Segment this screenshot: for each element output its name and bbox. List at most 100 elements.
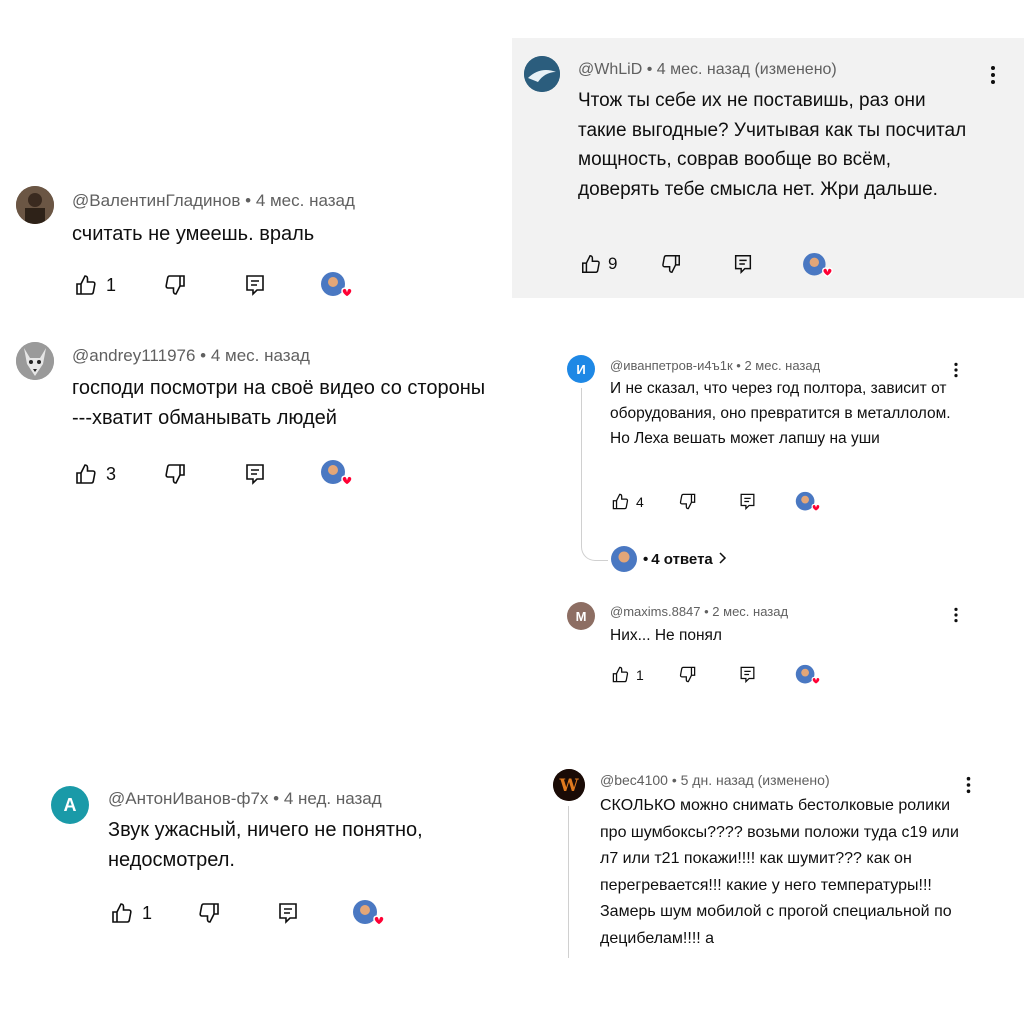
replies-count: 4 ответа xyxy=(651,550,713,568)
thumb-up-icon xyxy=(611,665,630,684)
comment-time: 2 мес. назад xyxy=(712,604,789,619)
comment-author[interactable]: @WhLiD xyxy=(578,61,642,78)
avatar[interactable]: W xyxy=(553,769,585,801)
dislike-button[interactable] xyxy=(660,253,682,275)
like-count: 3 xyxy=(106,463,117,484)
reply-button[interactable] xyxy=(243,273,267,297)
creator-heart-badge xyxy=(320,459,356,496)
reply-icon xyxy=(276,901,300,925)
avatar-letter: A xyxy=(63,794,77,815)
comment-meta: @ВалентинГладинов • 4 мес. назад xyxy=(72,191,355,211)
comment-time: 4 мес. назад (изменено) xyxy=(656,61,837,78)
like-button[interactable]: 3 xyxy=(74,462,116,486)
thumb-up-icon xyxy=(74,462,98,486)
comment-author[interactable]: @иванпетров-и4ъ1к xyxy=(610,358,733,373)
thumb-up-icon xyxy=(611,492,630,511)
like-button[interactable]: 4 xyxy=(611,492,644,511)
thumb-up-icon xyxy=(74,273,98,297)
reply-button[interactable] xyxy=(276,901,300,925)
avatar[interactable] xyxy=(524,56,560,92)
comment-meta: @maxims.8847 • 2 мес. назад xyxy=(610,604,788,619)
creator-heart-badge xyxy=(795,664,823,694)
comment-time: 5 дн. назад (изменено) xyxy=(680,772,830,788)
meta-separator: • xyxy=(667,772,681,788)
avatar-letter: M xyxy=(575,608,587,624)
like-count: 9 xyxy=(608,254,618,273)
like-count: 1 xyxy=(106,274,117,295)
thread-connector xyxy=(581,522,608,561)
avatar[interactable] xyxy=(16,342,54,380)
dislike-button[interactable] xyxy=(163,273,187,297)
creator-heart-badge xyxy=(320,271,356,308)
reply-button[interactable] xyxy=(732,253,754,275)
thumb-down-icon xyxy=(678,665,697,684)
reply-icon xyxy=(738,492,757,511)
reply-icon xyxy=(243,273,267,297)
comment-text: И не сказал, что через год полтора, зави… xyxy=(610,380,951,447)
meta-separator: • xyxy=(240,191,256,210)
thumb-down-icon xyxy=(660,253,682,275)
dislike-button[interactable] xyxy=(197,901,221,925)
thread-line xyxy=(568,806,569,958)
meta-separator: • xyxy=(268,789,284,808)
thumb-down-icon xyxy=(163,462,187,486)
thumb-up-icon xyxy=(580,253,602,275)
like-count: 1 xyxy=(636,666,644,683)
avatar-letter: И xyxy=(576,361,586,377)
meta-separator: • xyxy=(195,346,211,365)
dislike-button[interactable] xyxy=(678,492,697,511)
reply-button[interactable] xyxy=(738,665,757,684)
reply-icon xyxy=(732,253,754,275)
meta-separator: • xyxy=(732,358,745,373)
reply-icon xyxy=(243,462,267,486)
avatar[interactable]: A xyxy=(51,786,89,824)
comment-text: Звук ужасный, ничего не понятно, недосмо… xyxy=(108,819,423,871)
thumb-down-icon xyxy=(197,901,221,925)
dislike-button[interactable] xyxy=(163,462,187,486)
comment-text: Чтож ты себе их не поставишь, раз они та… xyxy=(578,90,967,200)
avatar[interactable]: И xyxy=(567,355,595,383)
creator-heart-badge xyxy=(795,491,823,521)
avatar[interactable] xyxy=(16,186,54,224)
comment-author[interactable]: @АнтонИванов-ф7х xyxy=(108,789,268,808)
comment-time: 2 мес. назад xyxy=(744,358,821,373)
comment-meta: @АнтонИванов-ф7х • 4 нед. назад xyxy=(108,789,382,809)
more-vert-icon[interactable] xyxy=(988,64,998,91)
comment-text: Них... Не понял xyxy=(610,627,722,644)
chevron-right-icon xyxy=(719,551,727,568)
thumb-up-icon xyxy=(110,901,134,925)
comment-author[interactable]: @bec4100 xyxy=(600,772,668,788)
creator-heart-badge xyxy=(352,899,388,936)
comment-text: господи посмотри на своё видео со сторон… xyxy=(72,377,486,429)
meta-separator: • xyxy=(642,61,657,78)
thread-line xyxy=(581,388,582,523)
comment-meta: @andrey111976 • 4 мес. назад xyxy=(72,346,310,366)
more-vert-icon[interactable] xyxy=(952,606,960,629)
comment-time: 4 мес. назад xyxy=(255,191,355,210)
view-replies-button[interactable]: • 4 ответа xyxy=(610,545,727,573)
comment-author[interactable]: @ВалентинГладинов xyxy=(72,191,240,210)
like-button[interactable]: 1 xyxy=(611,665,644,684)
thumb-down-icon xyxy=(163,273,187,297)
comment-meta: @bec4100 • 5 дн. назад (изменено) xyxy=(600,772,830,788)
dislike-button[interactable] xyxy=(678,665,697,684)
like-button[interactable]: 1 xyxy=(110,901,152,925)
creator-heart-badge xyxy=(802,252,836,287)
clipped-comment-area: СКОЛЬКО можно снимать бестолковые ролики… xyxy=(600,793,970,957)
replies-avatar xyxy=(610,545,638,573)
svg-text:W: W xyxy=(558,776,579,796)
like-count: 1 xyxy=(142,902,153,923)
comment-author[interactable]: @andrey111976 xyxy=(72,346,195,365)
reply-button[interactable] xyxy=(243,462,267,486)
reply-button[interactable] xyxy=(738,492,757,511)
like-button[interactable]: 9 xyxy=(580,253,617,275)
avatar[interactable]: M xyxy=(567,602,595,630)
comment-author[interactable]: @maxims.8847 xyxy=(610,604,701,619)
comment-text: СКОЛЬКО можно снимать бестолковые ролики… xyxy=(600,797,959,947)
like-button[interactable]: 1 xyxy=(74,273,116,297)
comment-time: 4 мес. назад xyxy=(210,346,310,365)
comment-text: считать не умеешь. враль xyxy=(72,223,315,245)
reply-icon xyxy=(738,665,757,684)
comment-meta: @WhLiD • 4 мес. назад (изменено) xyxy=(578,61,837,79)
replies-dot: • xyxy=(643,550,649,568)
